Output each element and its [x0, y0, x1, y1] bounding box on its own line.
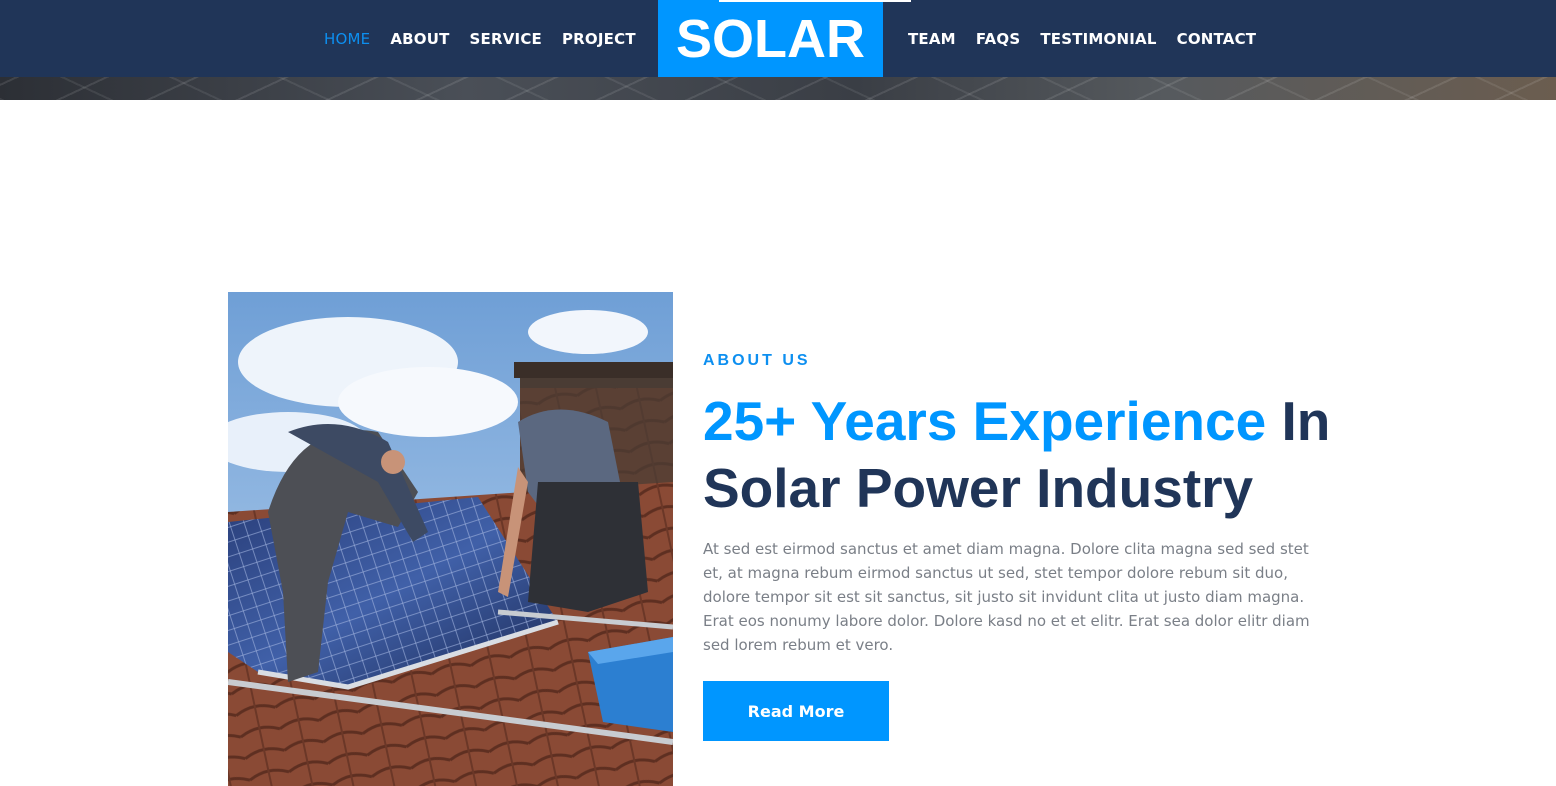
nav-link-project[interactable]: PROJECT	[562, 30, 636, 48]
about-photo-solar-installers	[228, 292, 673, 786]
nav-link-team[interactable]: TEAM	[908, 30, 956, 48]
brand-logo[interactable]: SOLAR	[658, 0, 911, 77]
nav-link-faqs[interactable]: FAQS	[976, 30, 1021, 48]
nav-link-about[interactable]: ABOUT	[390, 30, 449, 48]
brand-name: SOLAR	[676, 8, 865, 69]
about-section-eyebrow: ABOUT US	[703, 352, 811, 369]
brand-top-accent-line	[719, 0, 911, 2]
nav-link-testimonial[interactable]: TESTIMONIAL	[1040, 30, 1156, 48]
read-more-button[interactable]: Read More	[703, 681, 889, 741]
nav-right-group: TEAM FAQS TESTIMONIAL CONTACT	[908, 0, 1256, 77]
main-navbar: HOME ABOUT SERVICE PROJECT SOLAR TEAM FA…	[0, 0, 1556, 77]
nav-link-home[interactable]: HOME	[324, 30, 370, 48]
nav-link-service[interactable]: SERVICE	[470, 30, 542, 48]
about-body-text: At sed est eirmod sanctus et amet diam m…	[703, 540, 1310, 654]
nav-left-group: HOME ABOUT SERVICE PROJECT	[324, 0, 636, 77]
headline-accent-text: 25+ Years Experience	[703, 390, 1267, 452]
about-headline: 25+ Years Experience In Solar Power Indu…	[703, 388, 1343, 522]
nav-link-contact[interactable]: CONTACT	[1177, 30, 1257, 48]
